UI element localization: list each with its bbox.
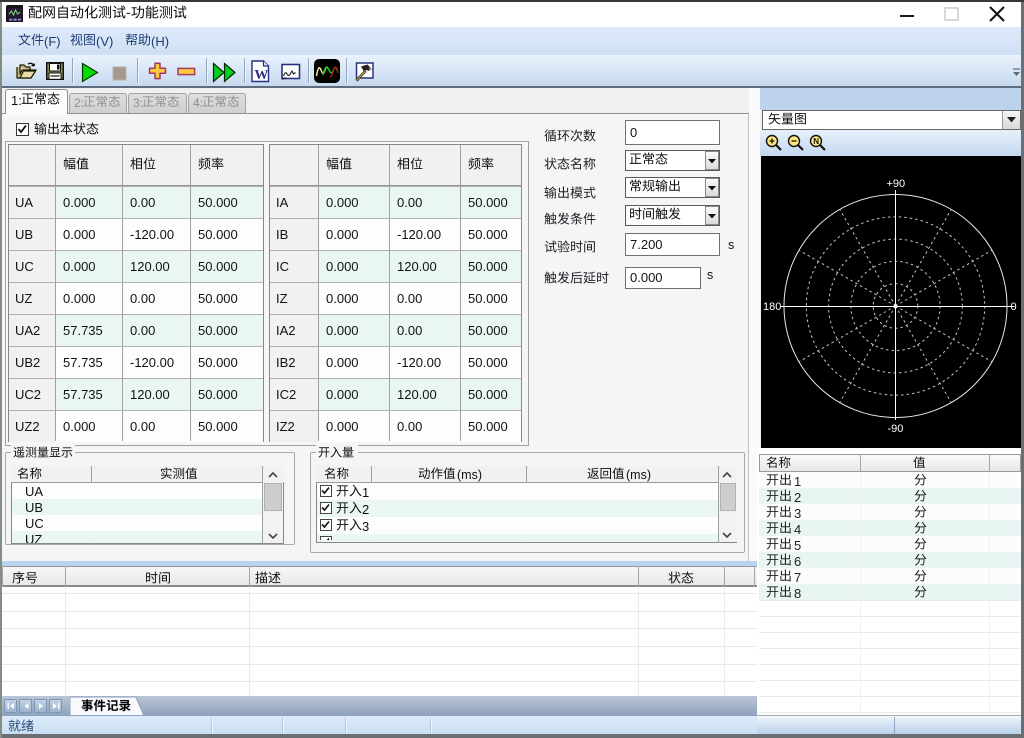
svg-text:180: 180 (763, 301, 781, 313)
svg-text:W: W (254, 68, 268, 83)
svg-text:-90: -90 (888, 423, 904, 435)
svg-text:+90: +90 (887, 178, 906, 190)
svg-text:0: 0 (1011, 301, 1017, 313)
svg-text:N: N (813, 137, 819, 146)
